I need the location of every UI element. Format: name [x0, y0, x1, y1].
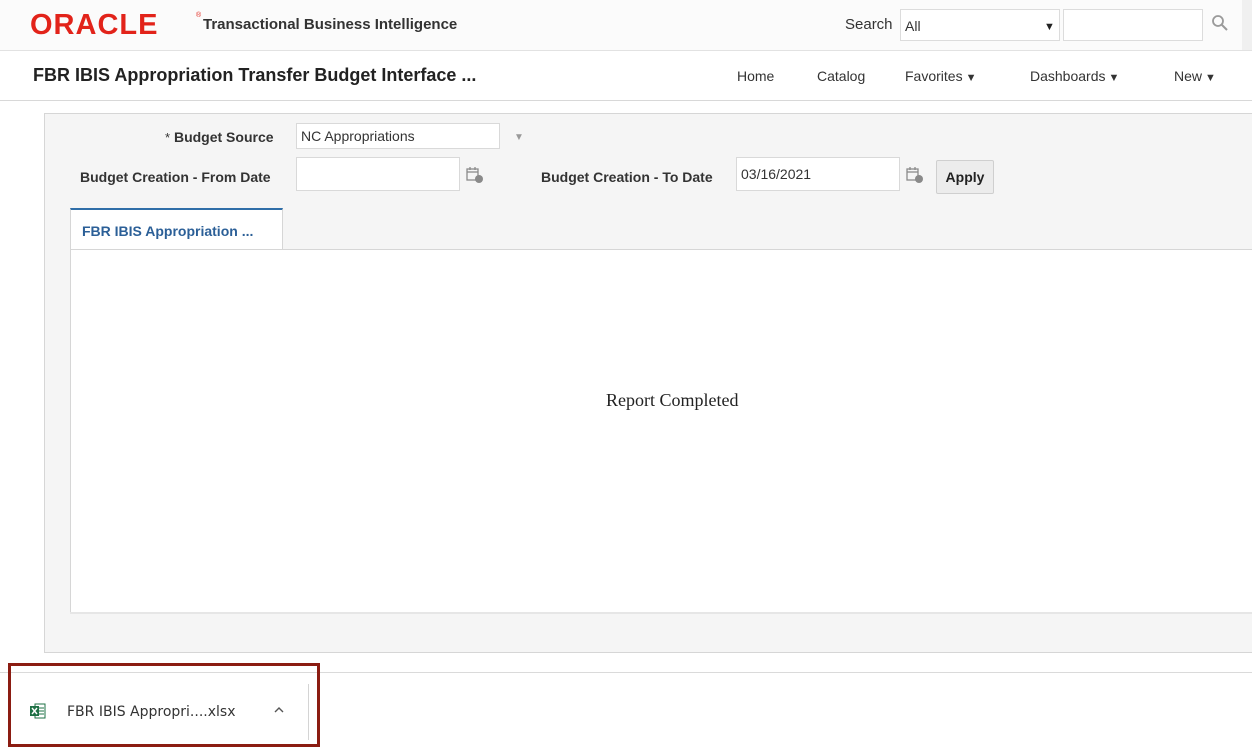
registered-mark: ® [196, 12, 202, 19]
page-title: FBR IBIS Appropriation Transfer Budget I… [33, 65, 477, 85]
from-date-input[interactable] [296, 157, 460, 191]
nav-catalog-link[interactable]: Catalog [817, 68, 865, 84]
from-date-label: Budget Creation - From Date [80, 169, 271, 185]
nav-dashboards-label: Dashboards [1030, 68, 1106, 84]
nav-catalog-label: Catalog [817, 68, 866, 84]
budget-source-select[interactable]: NC Appropriations [296, 123, 500, 149]
dashboard-title-bar: FBR IBIS Appropriation Transfer Budget I… [0, 51, 1252, 101]
caret-down-icon: ▼ [1108, 72, 1120, 84]
download-highlight-box [8, 663, 320, 747]
required-mark: * [165, 130, 171, 145]
nav-home-label: Home [737, 68, 775, 84]
search-scope-select[interactable]: All ▼ [900, 9, 1060, 41]
tab-label: FBR IBIS Appropriation ... [82, 223, 254, 239]
to-date-label: Budget Creation - To Date [541, 169, 713, 185]
search-label: Search [845, 16, 893, 33]
product-name: Transactional Business Intelligence [203, 16, 458, 33]
search-icon[interactable] [1210, 13, 1232, 35]
nav-new-menu[interactable]: New ▼ [1174, 68, 1216, 84]
apply-button[interactable]: Apply [936, 160, 994, 194]
budget-source-label: * Budget Source [165, 129, 274, 145]
search-scope-value: All [905, 18, 921, 34]
oracle-logo[interactable]: ORACLE [30, 8, 158, 42]
report-content-area [70, 249, 1252, 612]
caret-down-icon: ▼ [965, 72, 977, 84]
caret-down-icon: ▼ [1205, 72, 1216, 84]
content-divider [70, 612, 1252, 614]
header-overflow-edge [1242, 0, 1252, 50]
nav-home-link[interactable]: Home [737, 68, 774, 84]
dropdown-arrow-icon[interactable]: ▼ [514, 132, 524, 143]
calendar-icon[interactable] [466, 166, 484, 184]
dropdown-arrow-icon: ▼ [1044, 21, 1055, 33]
report-status-message: Report Completed [606, 390, 739, 410]
budget-source-label-text: Budget Source [173, 129, 274, 145]
search-input[interactable] [1063, 9, 1203, 41]
nav-favorites-label: Favorites [905, 68, 963, 84]
nav-favorites-menu[interactable]: Favorites ▼ [905, 68, 976, 84]
to-date-input[interactable]: 03/16/2021 [736, 157, 900, 191]
calendar-icon[interactable] [906, 166, 924, 184]
nav-dashboards-menu[interactable]: Dashboards ▼ [1030, 68, 1119, 84]
nav-new-label: New [1174, 68, 1203, 84]
global-header: ORACLE ® Transactional Business Intellig… [0, 0, 1252, 51]
tab-fbr-ibis-appropriation[interactable]: FBR IBIS Appropriation ... [70, 208, 283, 250]
